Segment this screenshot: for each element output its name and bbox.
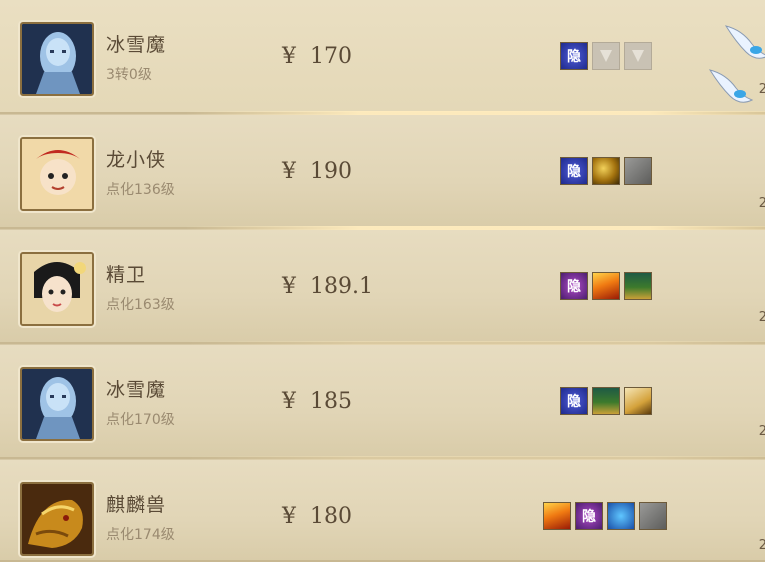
list-item[interactable]: 麒麟兽 点化174级 ¥180 隐 xyxy=(0,460,765,562)
skill-list: 隐 xyxy=(560,157,652,187)
skill-list: 隐 xyxy=(560,272,652,302)
stone-skill-icon[interactable] xyxy=(624,157,652,185)
cut-off-value: 2 xyxy=(758,82,765,97)
skill-list: 隐 xyxy=(543,502,667,532)
hidden-skill-icon[interactable]: 隐 xyxy=(560,272,588,300)
pet-name: 冰雪魔 xyxy=(106,379,167,401)
list-item[interactable]: 冰雪魔 3转0级 ¥170 隐 xyxy=(0,0,765,115)
hidden-skill-icon[interactable]: 隐 xyxy=(560,42,588,70)
stone-skill-icon[interactable] xyxy=(639,502,667,530)
pet-name: 龙小侠 xyxy=(106,149,167,171)
price-value: 170 xyxy=(310,44,352,69)
list-item[interactable]: 龙小侠 点化136级 ¥190 隐 xyxy=(0,115,765,230)
price-value: 185 xyxy=(310,389,352,414)
currency-symbol: ¥ xyxy=(282,159,296,184)
pet-name: 冰雪魔 xyxy=(106,34,167,56)
pet-level: 点化174级 xyxy=(106,527,175,543)
currency-symbol: ¥ xyxy=(282,504,296,529)
pet-price: ¥189.1 xyxy=(282,274,373,299)
fire-skill-icon[interactable] xyxy=(543,502,571,530)
pet-price: ¥170 xyxy=(282,44,352,69)
inactive-skill-icon[interactable] xyxy=(624,42,652,70)
currency-symbol: ¥ xyxy=(282,44,296,69)
ice-demon-avatar xyxy=(20,367,94,441)
cut-off-value: 2 xyxy=(758,424,765,439)
ice-demon-avatar xyxy=(20,22,94,96)
pet-price: ¥185 xyxy=(282,389,352,414)
pet-name: 麒麟兽 xyxy=(106,494,167,516)
currency-symbol: ¥ xyxy=(282,389,296,414)
list-item[interactable]: 冰雪魔 点化170级 ¥185 隐 xyxy=(0,345,765,460)
hidden-skill-icon[interactable]: 隐 xyxy=(560,157,588,185)
pet-listing: 冰雪魔 3转0级 ¥170 隐 龙小侠 点化136级 ¥190 隐 精卫 点化1… xyxy=(0,0,765,562)
pet-level: 点化136级 xyxy=(106,182,175,198)
pet-name: 精卫 xyxy=(106,264,147,286)
forest-skill-icon[interactable] xyxy=(592,387,620,415)
ice-skill-icon[interactable] xyxy=(607,502,635,530)
lightning-skill-icon[interactable] xyxy=(624,387,652,415)
cut-off-value: 2 xyxy=(758,538,765,553)
currency-symbol: ¥ xyxy=(282,274,296,299)
fire-skill-icon[interactable] xyxy=(592,272,620,300)
pet-price: ¥190 xyxy=(282,159,352,184)
qilin-avatar xyxy=(20,482,94,556)
pet-level: 点化163级 xyxy=(106,297,175,313)
hidden-skill-icon[interactable]: 隐 xyxy=(560,387,588,415)
wing-decoration-icon xyxy=(706,66,756,112)
pet-level: 点化170级 xyxy=(106,412,175,428)
list-item[interactable]: 精卫 点化163级 ¥189.1 隐 xyxy=(0,230,765,345)
cut-off-value: 2 xyxy=(758,310,765,325)
cut-off-value: 2 xyxy=(758,196,765,211)
price-value: 180 xyxy=(310,504,352,529)
jingwei-avatar xyxy=(20,252,94,326)
price-value: 189.1 xyxy=(310,274,373,299)
pet-level: 3转0级 xyxy=(106,67,152,83)
inactive-skill-icon[interactable] xyxy=(592,42,620,70)
hidden-skill-icon[interactable]: 隐 xyxy=(575,502,603,530)
skill-list: 隐 xyxy=(560,387,652,417)
skill-list: 隐 xyxy=(560,42,652,72)
dragon-kid-avatar xyxy=(20,137,94,211)
forest-skill-icon[interactable] xyxy=(624,272,652,300)
gold-skill-icon[interactable] xyxy=(592,157,620,185)
pet-price: ¥180 xyxy=(282,504,352,529)
price-value: 190 xyxy=(310,159,352,184)
wing-decoration-icon xyxy=(722,22,765,68)
